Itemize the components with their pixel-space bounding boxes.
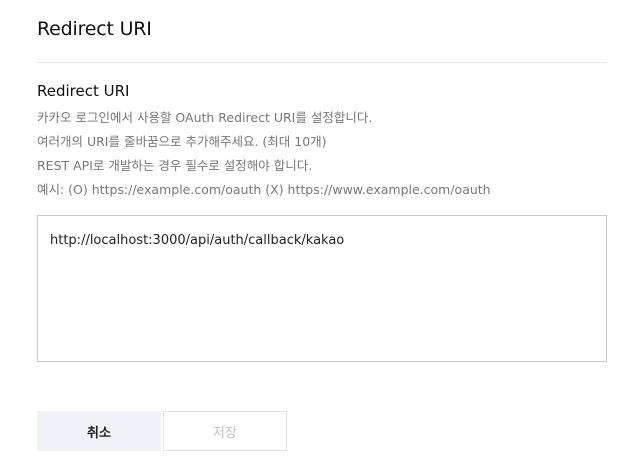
header-divider (37, 62, 607, 63)
redirect-uri-dialog: Redirect URI Redirect URI 카카오 로그인에서 사용할 … (0, 0, 644, 475)
description-line: 예시: (O) https://example.com/oauth (X) ht… (37, 182, 491, 197)
dialog-title: Redirect URI (37, 18, 152, 40)
cancel-button[interactable]: 취소 (37, 411, 161, 451)
description-line: 카카오 로그인에서 사용할 OAuth Redirect URI를 설정합니다. (37, 110, 373, 125)
redirect-uri-textarea[interactable]: http://localhost:3000/api/auth/callback/… (37, 215, 607, 362)
description-line: REST API로 개발하는 경우 필수로 설정해야 합니다. (37, 158, 313, 173)
save-button[interactable]: 저장 (163, 411, 287, 451)
description-line: 여러개의 URI를 줄바꿈으로 추가해주세요. (최대 10개) (37, 134, 327, 149)
section-title: Redirect URI (37, 82, 130, 100)
